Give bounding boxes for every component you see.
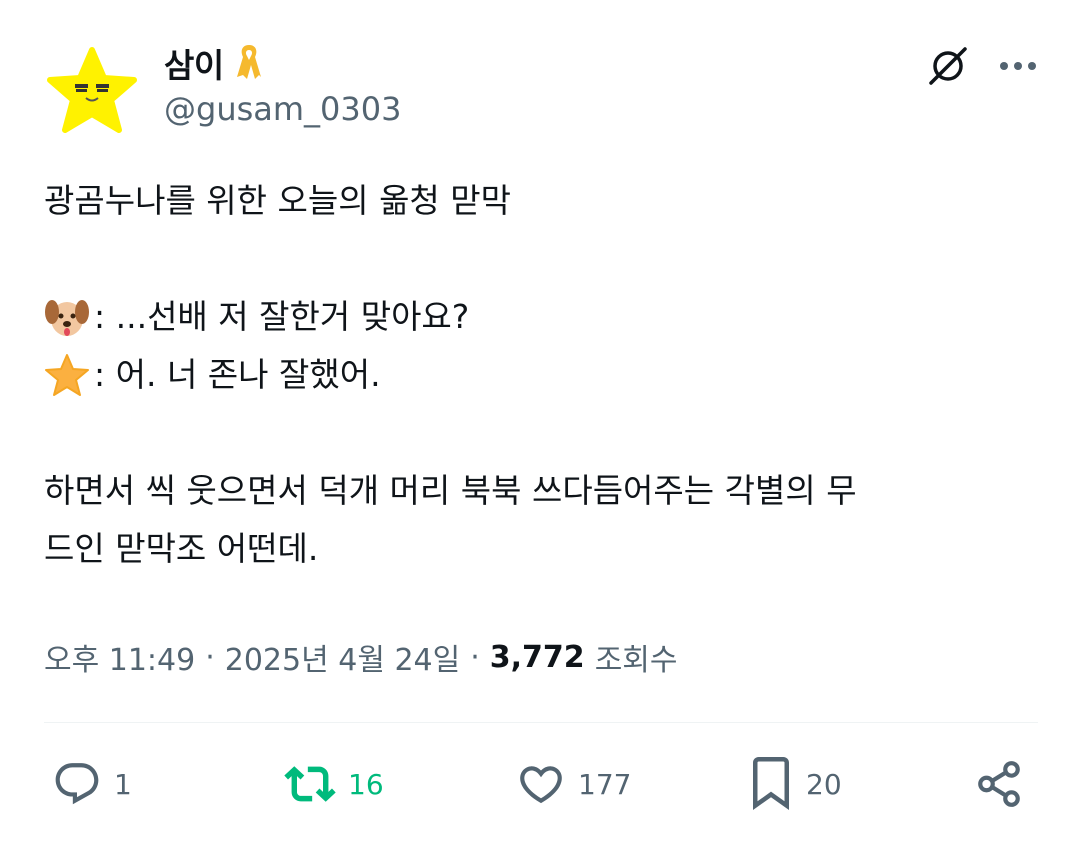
tweet-line-text: : ...선배 저 잘한거 맞아요? (94, 297, 470, 336)
retweet-count: 16 (348, 767, 384, 801)
star-emoji (44, 352, 90, 398)
tweet-line: 드인 맏막조 어떤데. (44, 529, 319, 568)
grok-icon (929, 47, 967, 85)
avatar[interactable] (42, 42, 142, 142)
tweet-meta: 오후 11:49 · 2025년 4월 24일 · 3,772 조회수 (44, 630, 678, 684)
share-icon (978, 761, 1020, 807)
bookmark-icon (753, 757, 789, 811)
bookmark-button[interactable]: 20 (748, 756, 842, 812)
more-button[interactable] (992, 40, 1044, 92)
like-button[interactable]: 177 (516, 756, 631, 812)
display-name[interactable]: 삼이 (164, 39, 224, 87)
reply-icon (55, 763, 99, 805)
more-dots-icon (1000, 62, 1036, 70)
tweet-time[interactable]: 오후 11:49 (44, 635, 195, 679)
reply-button[interactable]: 1 (52, 756, 132, 812)
tweet-line: : ...선배 저 잘한거 맞아요? (44, 288, 1034, 346)
tweet-line: 광곰누나를 위한 오늘의 옮청 맏막 (44, 181, 511, 220)
tweet-text: 광곰누나를 위한 오늘의 옮청 맏막 : ...선배 저 잘한거 맞아요?: … (44, 172, 1034, 578)
retweet-icon (284, 766, 336, 802)
meta-separator: · (470, 639, 480, 675)
like-count: 177 (578, 767, 632, 801)
author-name-row[interactable]: 삼이 (164, 40, 264, 86)
tweet-date[interactable]: 2025년 4월 24일 (225, 635, 460, 679)
tweet-line-text: : 어. 너 존나 잘했어. (94, 355, 381, 394)
meta-separator: · (205, 639, 215, 675)
tweet-detail: 삼이 @gusam_0303 광곰누나를 위한 오늘의 옮청 맏막: ...선… (0, 0, 1080, 854)
share-button[interactable] (974, 756, 1024, 812)
yellow-ribbon-icon (234, 41, 264, 85)
yellow-star-face-icon (47, 47, 137, 133)
divider (44, 722, 1038, 723)
views-count[interactable]: 3,772 (490, 640, 585, 675)
author-handle[interactable]: @gusam_0303 (164, 90, 401, 128)
tweet-line: : 어. 너 존나 잘했어. (44, 346, 1034, 404)
heart-icon (520, 766, 562, 804)
dog-face-emoji (44, 294, 90, 340)
retweet-button[interactable]: 16 (284, 756, 384, 812)
views-label[interactable]: 조회수 (595, 635, 678, 679)
bookmark-count: 20 (806, 767, 842, 801)
tweet-line: 하면서 씩 웃으면서 덕개 머리 북북 쓰다듬어주는 각별의 무 (44, 471, 857, 510)
grok-button[interactable] (922, 40, 974, 92)
reply-count: 1 (114, 767, 132, 801)
